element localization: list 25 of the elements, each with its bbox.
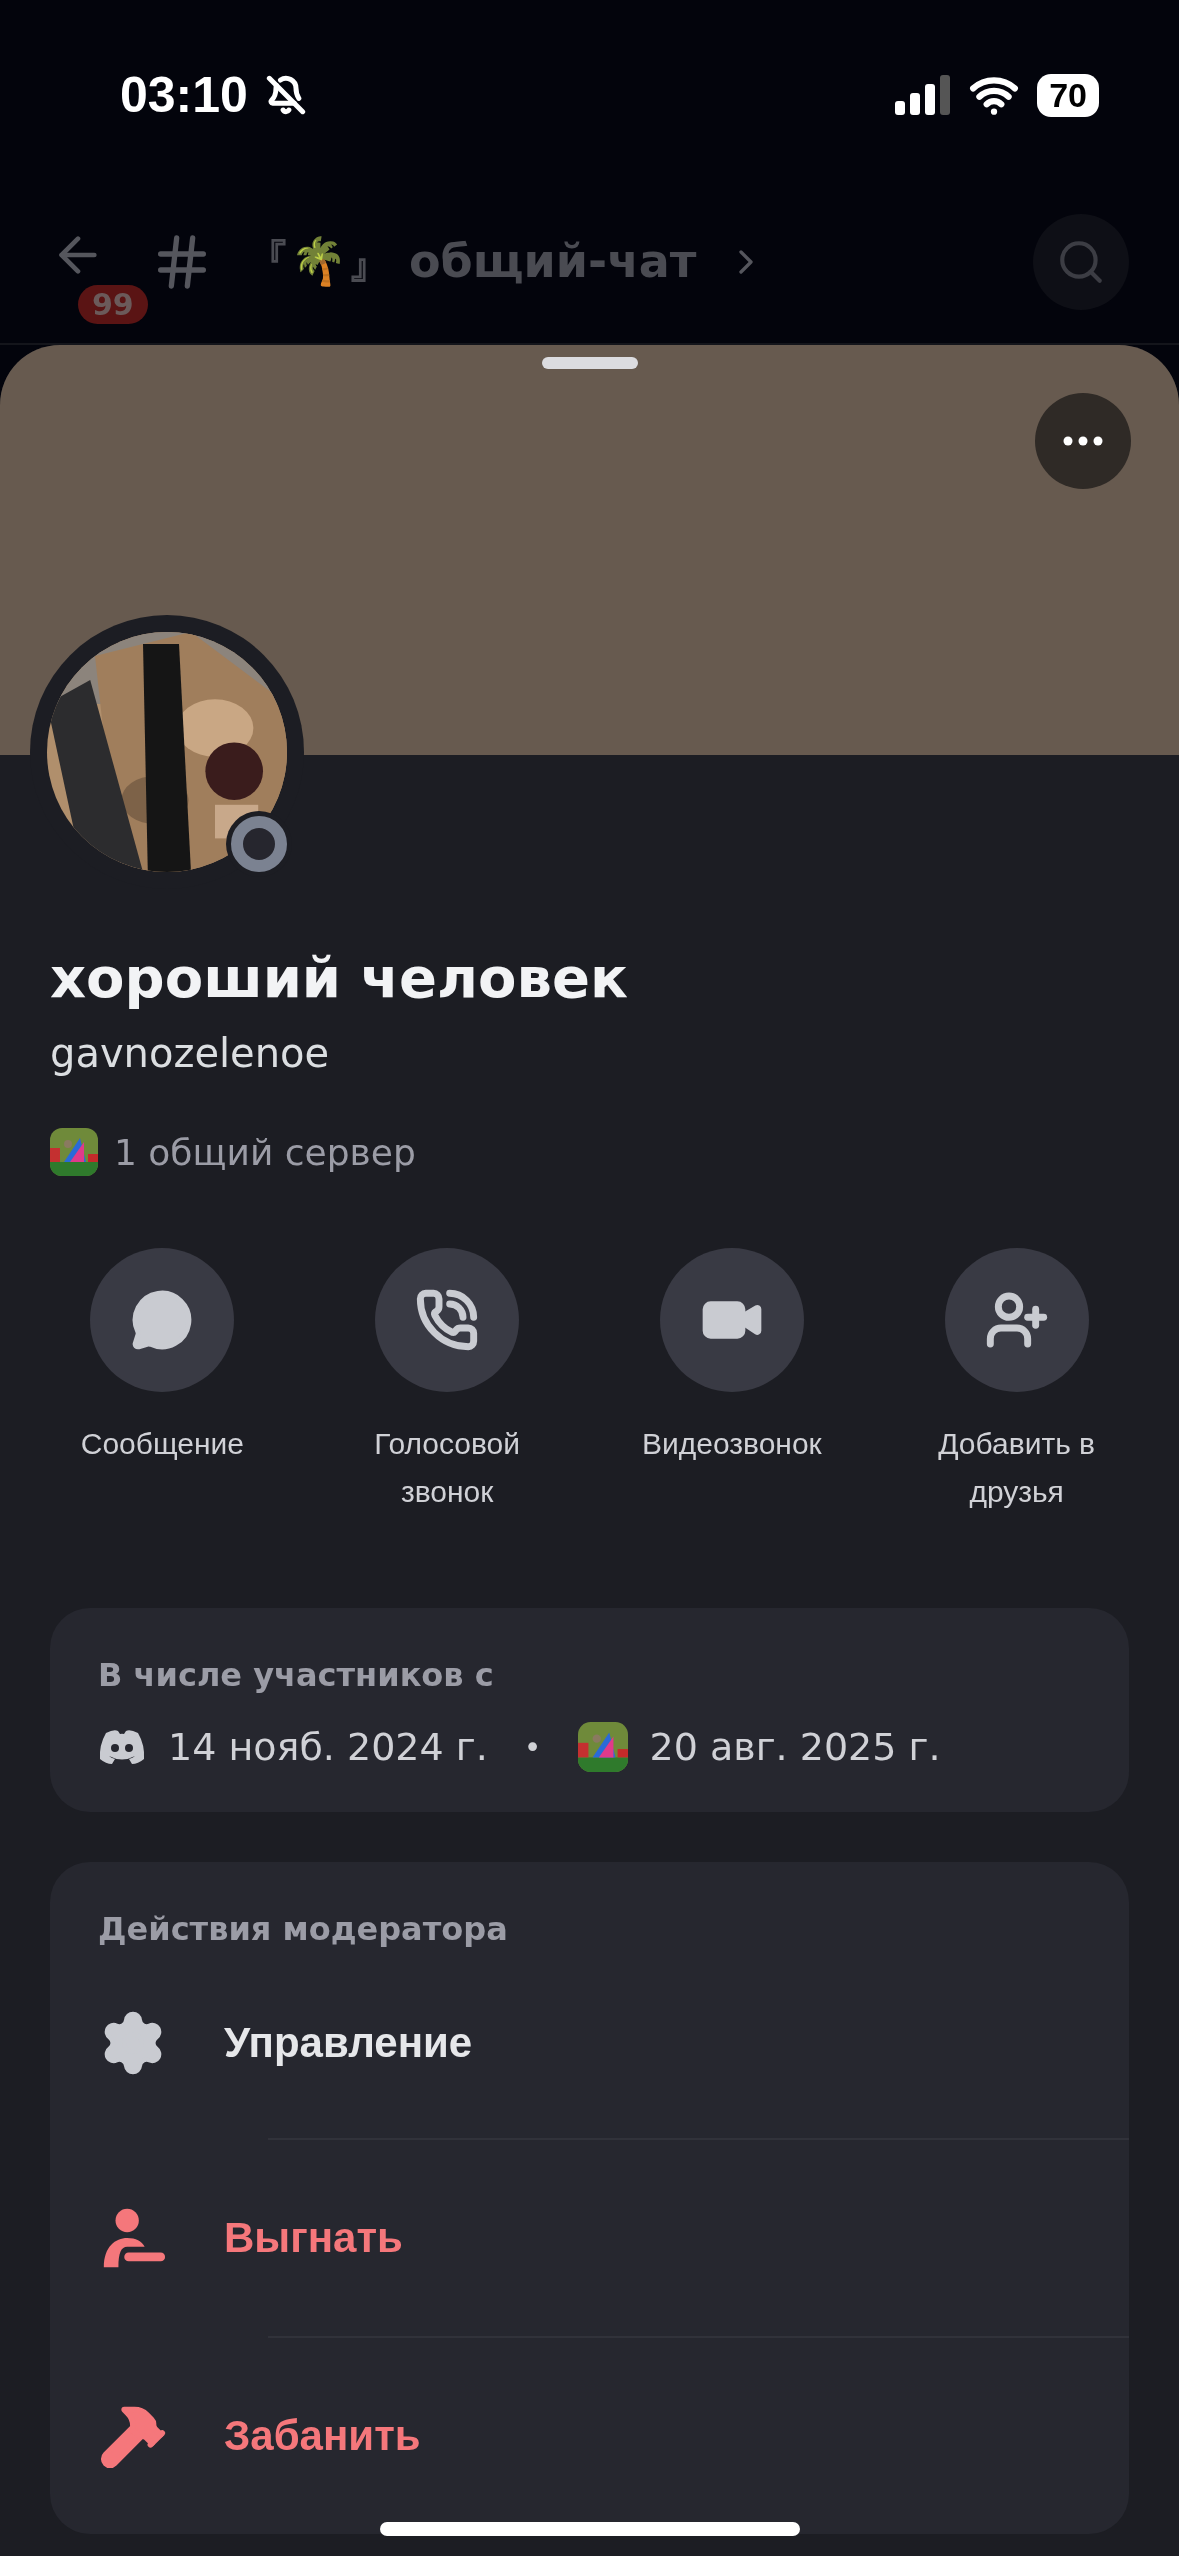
logo-icon [98, 1729, 146, 1765]
status-time: 03:10 [120, 66, 248, 124]
battery-level: 70 [1037, 73, 1099, 117]
card-title: В числе участников с [98, 1656, 495, 1694]
drag-handle[interactable] [541, 357, 638, 369]
status-indicator [231, 816, 287, 872]
separator-dot: • [523, 1729, 542, 1765]
username: gavnozelenoe [50, 1030, 331, 1076]
call-action-button[interactable]: Голосовой звонок [304, 1248, 590, 1516]
mutual-servers-link[interactable]: 1 общий сервер [114, 1131, 416, 1173]
platform-join-date: 14 нояб. 2024 г. [168, 1725, 488, 1769]
signal-icon [895, 75, 952, 115]
unread-badge: 99 [78, 284, 148, 324]
server-join-date: 20 авг. 2025 г. [649, 1725, 941, 1769]
moderator-action[interactable]: Управление [98, 1948, 1081, 2138]
bell-off-icon [265, 75, 306, 115]
display-name: хороший человек [50, 945, 629, 1010]
phone-icon [415, 1288, 480, 1352]
video-action-button[interactable]: Видеозвонок [589, 1248, 875, 1516]
more-icon [1063, 436, 1103, 446]
message-action-button[interactable]: Сообщение [20, 1248, 305, 1516]
friend-action-button[interactable]: Добавить в друзья [874, 1248, 1159, 1516]
moderator-action[interactable]: Выгнать [98, 2140, 1081, 2336]
card-title: Действия модератора [98, 1910, 509, 1948]
moderator-action[interactable]: Забанить [98, 2338, 1081, 2534]
